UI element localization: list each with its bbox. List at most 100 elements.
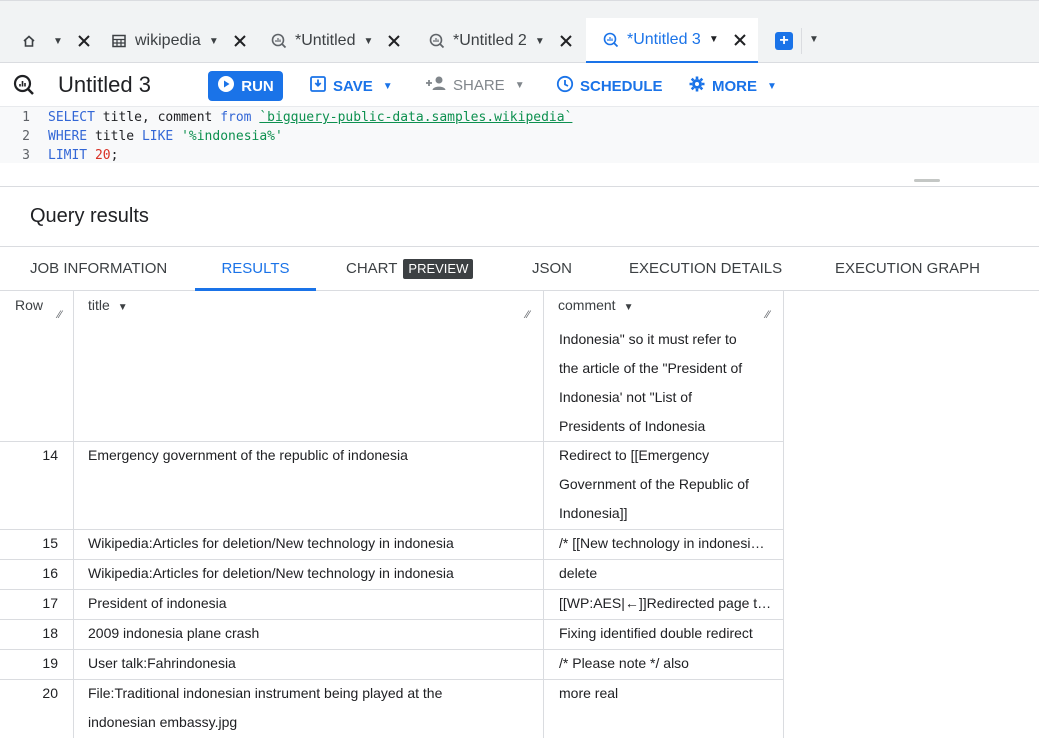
chevron-down-icon[interactable]: ▼ [209, 36, 219, 47]
query-icon [13, 74, 35, 96]
schedule-button[interactable]: SCHEDULE [556, 75, 663, 97]
sql-text: ; [110, 148, 119, 163]
tab-untitled-2[interactable]: *Untitled 2 ▼ [428, 18, 575, 64]
sort-chevron-icon[interactable]: ▼ [118, 302, 128, 313]
column-divider [73, 291, 74, 738]
column-header-title[interactable]: title ▼ ⁄⁄ [74, 291, 543, 321]
tab-chart[interactable]: CHART PREVIEW [346, 247, 474, 291]
table-cell-row-number: 18 [42, 625, 58, 641]
column-header-text: title [88, 297, 110, 313]
close-icon[interactable] [75, 32, 93, 50]
add-person-icon [425, 75, 447, 95]
results-table: Row ⁄⁄ title ▼ ⁄⁄ comment ▼ ⁄⁄ Indonesia" … [0, 291, 1039, 738]
more-button[interactable]: MORE ▼ [688, 75, 777, 97]
query-title: Untitled 3 [58, 72, 151, 97]
results-tab-bar: JOB INFORMATION RESULTS CHART PREVIEW JSO… [0, 246, 1039, 291]
table-icon [110, 32, 128, 50]
save-button[interactable]: SAVE ▼ [309, 75, 393, 97]
column-header-text: comment [558, 297, 616, 313]
tab-label: *Untitled 3 [627, 30, 701, 48]
sql-keyword: WHERE [48, 129, 88, 144]
table-cell-title: President of indonesia [88, 595, 227, 611]
table-cell-row-number: 20 [42, 685, 58, 701]
chevron-down-icon[interactable]: ▼ [535, 36, 545, 47]
sql-text: title, comment [94, 110, 221, 125]
tab-menu-chevron-icon[interactable]: ▼ [809, 34, 819, 45]
column-header-comment[interactable]: comment ▼ ⁄⁄ [544, 291, 783, 321]
editor-resize-handle[interactable] [914, 179, 940, 182]
preview-badge: PREVIEW [403, 259, 474, 280]
query-icon [428, 32, 446, 50]
sql-keyword: from [220, 110, 252, 125]
close-icon[interactable] [731, 31, 749, 49]
schedule-label: SCHEDULE [580, 77, 663, 95]
table-cell-title: User talk:Fahrindonesia [88, 655, 236, 671]
chevron-down-icon: ▼ [767, 80, 777, 92]
run-button[interactable]: RUN [208, 71, 283, 101]
tab-wikipedia[interactable]: wikipedia ▼ [110, 18, 249, 64]
table-cell-title: 2009 indonesia plane crash [88, 625, 260, 641]
cell-text-line: Redirect to [[Emergency [559, 447, 710, 463]
table-cell-comment: more real [559, 685, 619, 701]
play-icon [217, 75, 235, 97]
tab-home[interactable]: ▼ [20, 18, 93, 64]
close-icon[interactable] [385, 32, 403, 50]
save-icon [309, 75, 327, 97]
close-icon[interactable] [557, 32, 575, 50]
share-label: SHARE [453, 76, 505, 94]
sql-editor[interactable]: 1 SELECT title, comment from `bigquery-pu… [0, 107, 1039, 163]
column-header-row[interactable]: Row ⁄⁄ [0, 291, 73, 321]
share-button[interactable]: SHARE ▼ [425, 75, 525, 95]
chevron-down-icon: ▼ [382, 80, 393, 92]
column-divider [783, 291, 784, 738]
cell-text-line: Indonesia]] [559, 505, 628, 521]
add-tab-button[interactable]: + [775, 32, 793, 50]
tab-untitled-3[interactable]: *Untitled 3 ▼ [586, 18, 758, 64]
table-cell-title: Wikipedia:Articles for deletion/New tech… [88, 535, 454, 551]
query-icon [270, 32, 288, 50]
tab-label: wikipedia [135, 32, 201, 49]
column-resize-icon[interactable]: ⁄⁄ [58, 309, 62, 321]
column-header-label: comment ▼ [558, 297, 633, 313]
sql-keyword: SELECT [48, 110, 95, 125]
cell-text-line: Indonesia" so it must refer to [559, 331, 737, 347]
cell-text-line: indonesian embassy.jpg [88, 714, 238, 730]
close-icon[interactable] [231, 32, 249, 50]
table-cell-row-number: 15 [42, 535, 58, 551]
tab-json[interactable]: JSON [532, 247, 572, 291]
run-label: RUN [241, 77, 274, 95]
table-cell-comment: /* [[New technology in indonesi… [559, 535, 765, 551]
chevron-down-icon[interactable]: ▼ [53, 36, 63, 47]
chevron-down-icon[interactable]: ▼ [363, 36, 373, 47]
table-cell-comment: [[WP:AES|←]]Redirected page t… [559, 595, 772, 611]
tab-execution-details[interactable]: EXECUTION DETAILS [629, 247, 782, 291]
clock-icon [556, 75, 574, 97]
tab-label: *Untitled 2 [453, 32, 527, 49]
editor-footer [0, 163, 1039, 187]
table-cell-row-number: 19 [42, 655, 58, 671]
table-cell-comment: /* Please note */ also [559, 655, 689, 671]
tab-job-information[interactable]: JOB INFORMATION [30, 247, 167, 291]
chevron-down-icon[interactable]: ▼ [709, 34, 719, 45]
query-icon [602, 31, 620, 49]
table-cell-title: Emergency government of the republic of … [88, 447, 408, 463]
tab-execution-graph[interactable]: EXECUTION GRAPH [835, 247, 980, 291]
tab-untitled[interactable]: *Untitled ▼ [270, 18, 403, 64]
column-header-label: title ▼ [88, 297, 128, 313]
table-cell-title: Wikipedia:Articles for deletion/New tech… [88, 565, 454, 581]
chevron-down-icon: ▼ [514, 79, 525, 91]
sql-table-reference[interactable]: `bigquery-public-data.samples.wikipedia` [259, 110, 572, 125]
cell-text-line: the article of the "President of [559, 360, 743, 376]
tab-label: *Untitled [295, 32, 356, 49]
line-number: 2 [22, 129, 30, 144]
code-line: 1 SELECT title, comment from `bigquery-pu… [0, 108, 572, 127]
sql-text: title [87, 129, 142, 144]
gear-icon [688, 75, 706, 97]
sort-chevron-icon[interactable]: ▼ [624, 302, 634, 313]
query-results-heading: Query results [30, 205, 149, 227]
tab-results[interactable]: RESULTS [195, 247, 316, 291]
editor-tab-bar: ▼ wikipedia ▼ *Untitled ▼ *Untitled 2 ▼ [0, 0, 1039, 64]
column-resize-icon[interactable]: ⁄⁄ [526, 309, 530, 321]
column-resize-icon[interactable]: ⁄⁄ [766, 309, 770, 321]
